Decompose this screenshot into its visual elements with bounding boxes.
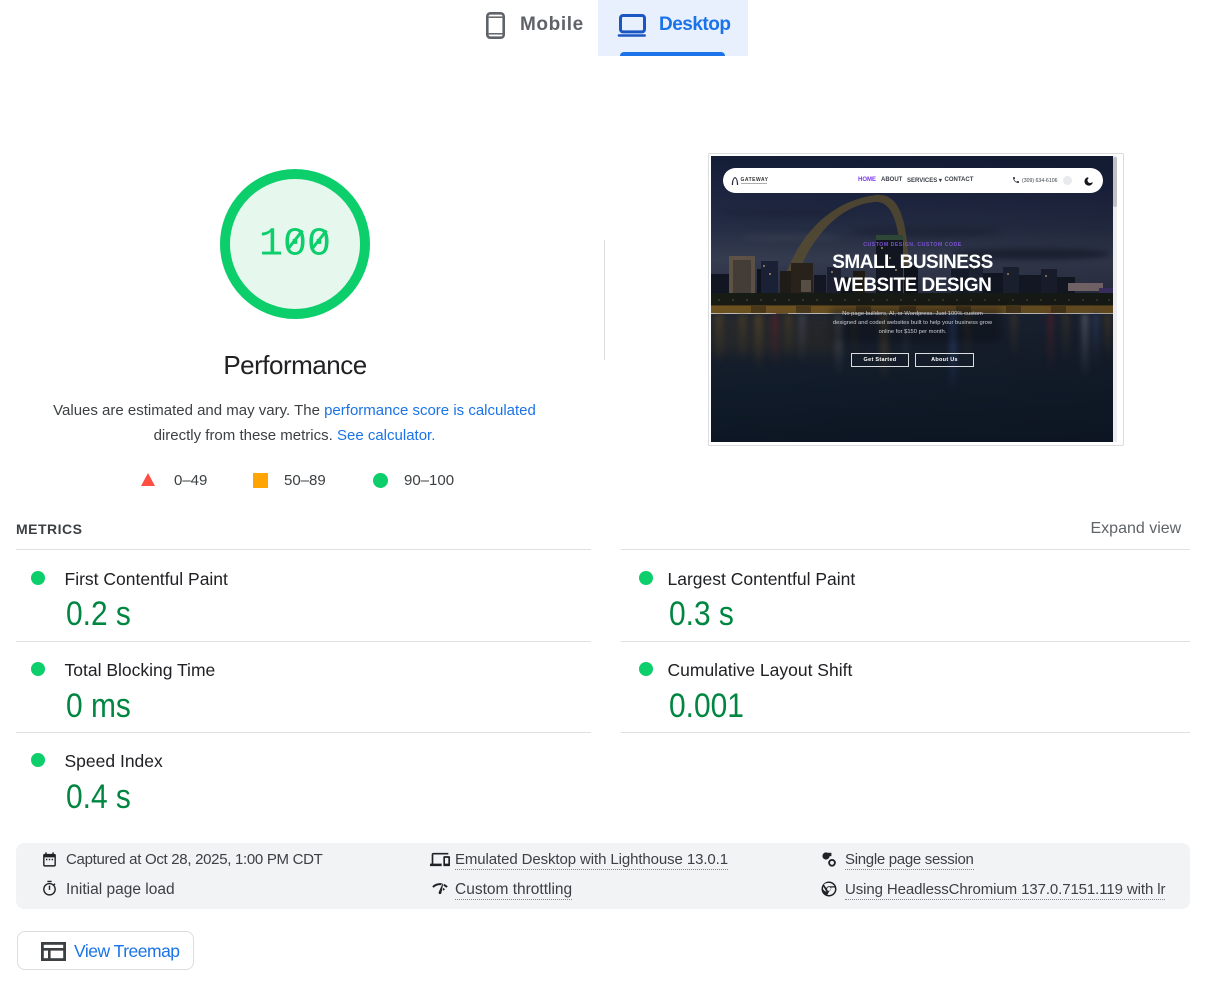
svg-text:100: 100	[259, 223, 331, 268]
